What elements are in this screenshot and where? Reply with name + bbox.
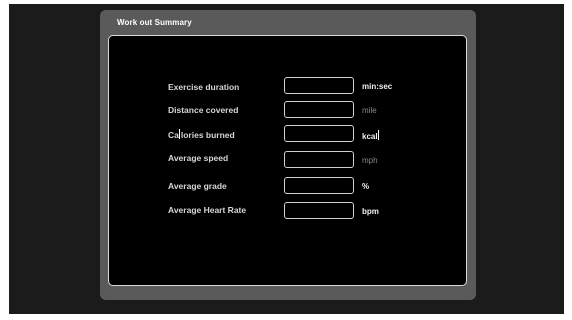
- calories-burned-label-part2: lories burned: [180, 130, 235, 140]
- average-heart-rate-unit: bpm: [362, 207, 379, 216]
- average-grade-field[interactable]: [284, 177, 354, 194]
- distance-covered-field[interactable]: [284, 101, 354, 118]
- window-title: Work out Summary: [117, 18, 192, 27]
- average-heart-rate-field[interactable]: [284, 202, 354, 219]
- calories-burned-unit-text: kcal: [362, 132, 378, 141]
- exercise-duration-unit: min:sec: [362, 82, 393, 91]
- average-speed-unit: mph: [362, 156, 378, 165]
- exercise-duration-label: Exercise duration: [168, 82, 240, 92]
- average-speed-label: Average speed: [168, 153, 229, 163]
- average-speed-field[interactable]: [284, 151, 354, 168]
- calories-burned-label: Ca lories burned: [168, 129, 235, 140]
- average-grade-unit: %: [362, 182, 370, 191]
- average-grade-label: Average grade: [168, 181, 227, 191]
- exercise-duration-field[interactable]: [284, 77, 354, 94]
- calories-burned-label-part1: Ca: [168, 130, 179, 140]
- calories-burned-field[interactable]: [284, 125, 354, 142]
- distance-covered-label: Distance covered: [168, 105, 239, 115]
- distance-covered-unit: mile: [362, 106, 377, 115]
- average-heart-rate-label: Average Heart Rate: [168, 205, 247, 215]
- text-cursor-icon: [378, 130, 380, 140]
- calories-burned-unit: kcal: [362, 130, 380, 141]
